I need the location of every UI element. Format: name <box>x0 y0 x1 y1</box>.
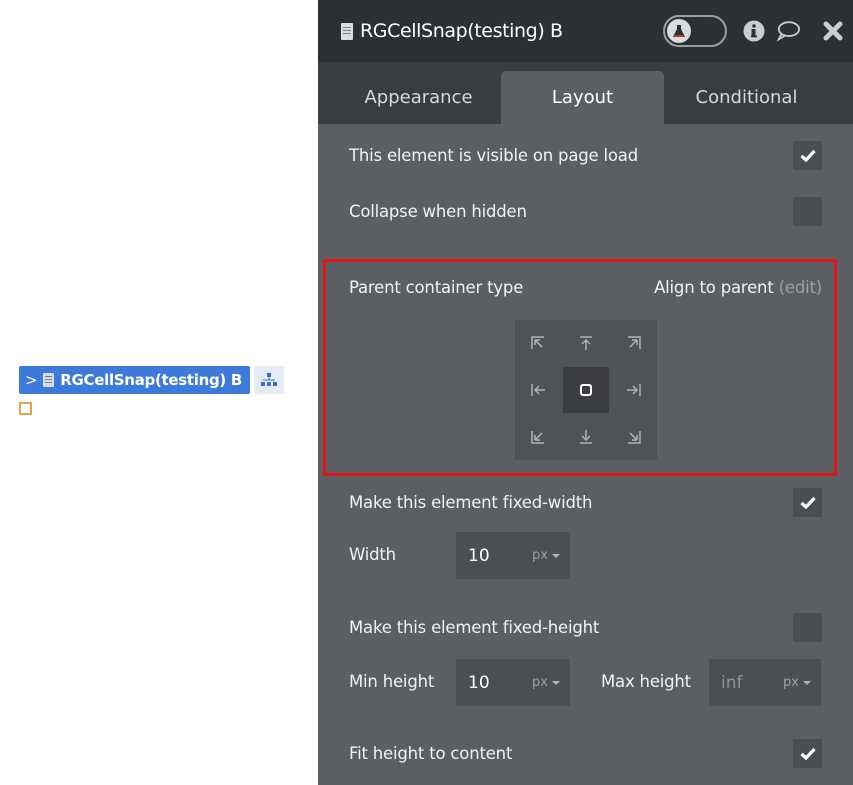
collapse-hidden-checkbox[interactable] <box>793 197 822 226</box>
width-unit-dropdown[interactable]: px <box>532 548 570 563</box>
fixed-width-label: Make this element fixed-width <box>349 493 593 512</box>
collapse-hidden-row: Collapse when hidden <box>349 197 822 226</box>
hierarchy-icon <box>261 373 278 386</box>
fixed-width-row: Make this element fixed-width <box>349 488 822 517</box>
fit-height-checkbox[interactable] <box>793 739 822 768</box>
fixed-height-checkbox[interactable] <box>793 613 822 642</box>
align-middle-left-icon <box>531 384 545 396</box>
tab-layout[interactable]: Layout <box>501 71 664 124</box>
edit-link[interactable]: (edit) <box>779 278 823 297</box>
close-icon[interactable] <box>821 19 845 43</box>
visible-on-load-checkbox[interactable] <box>793 141 822 170</box>
checkmark-icon <box>799 496 816 509</box>
tab-conditional[interactable]: Conditional <box>664 71 829 124</box>
visible-on-load-label: This element is visible on page load <box>349 146 638 165</box>
align-top-left-icon <box>531 336 544 349</box>
align-bottom-left-icon <box>531 431 544 444</box>
align-top-left[interactable] <box>515 320 561 366</box>
min-height-input[interactable]: 10 px <box>456 659 570 706</box>
chevron-right-icon[interactable]: > <box>25 371 38 389</box>
collapse-hidden-label: Collapse when hidden <box>349 202 527 221</box>
tab-bar: Appearance Layout Conditional <box>318 62 853 124</box>
align-top-center[interactable] <box>563 320 609 366</box>
align-bottom-center-icon <box>580 430 592 444</box>
property-editor-panel: RGCellSnap(testing) B Appearance Layout … <box>318 0 853 785</box>
fixed-height-row: Make this element fixed-height <box>349 613 822 642</box>
selected-element-box[interactable] <box>19 402 32 415</box>
panel-title: RGCellSnap(testing) B <box>360 20 563 42</box>
checkmark-icon <box>799 149 816 162</box>
min-height-label: Min height <box>349 672 435 691</box>
align-middle-right[interactable] <box>611 367 657 413</box>
fixed-width-checkbox[interactable] <box>793 488 822 517</box>
align-bottom-right-icon <box>628 431 641 444</box>
visible-on-load-row: This element is visible on page load <box>349 141 822 170</box>
alignment-grid <box>515 320 657 460</box>
align-bottom-left[interactable] <box>515 414 561 460</box>
max-height-input[interactable]: inf px <box>709 659 821 706</box>
align-middle-right-icon <box>627 384 641 396</box>
parent-container-label: Parent container type <box>349 278 524 297</box>
tab-appearance[interactable]: Appearance <box>336 71 501 124</box>
width-label: Width <box>349 545 396 564</box>
width-input[interactable]: 10 px <box>456 532 570 579</box>
align-top-right[interactable] <box>611 320 657 366</box>
align-center[interactable] <box>563 367 609 413</box>
comment-icon[interactable] <box>776 19 800 43</box>
align-bottom-center[interactable] <box>563 414 609 460</box>
parent-container-row: Parent container type Align to parent (e… <box>349 278 822 297</box>
info-icon[interactable] <box>742 19 766 43</box>
parent-container-value: Align to parent <box>654 278 774 297</box>
canvas-element-row: > RGCellSnap(testing) B <box>19 366 285 394</box>
hierarchy-button[interactable] <box>254 366 285 394</box>
width-value[interactable]: 10 <box>456 546 532 566</box>
test-mode-toggle[interactable] <box>663 15 727 47</box>
align-center-icon <box>580 384 592 396</box>
fit-height-label: Fit height to content <box>349 744 513 763</box>
max-height-placeholder[interactable]: inf <box>709 673 783 693</box>
document-icon <box>43 373 55 387</box>
checkmark-icon <box>799 747 816 760</box>
panel-header: RGCellSnap(testing) B <box>318 0 853 62</box>
align-bottom-right[interactable] <box>611 414 657 460</box>
fixed-height-label: Make this element fixed-height <box>349 618 600 637</box>
min-height-value[interactable]: 10 <box>456 673 532 693</box>
fit-height-row: Fit height to content <box>349 739 822 768</box>
document-icon <box>341 22 353 40</box>
canvas-element-name: RGCellSnap(testing) B <box>60 371 243 389</box>
max-height-unit-dropdown[interactable]: px <box>783 675 821 690</box>
canvas-element-label[interactable]: > RGCellSnap(testing) B <box>19 366 251 394</box>
max-height-label: Max height <box>601 672 691 691</box>
flask-icon <box>667 19 691 43</box>
align-top-right-icon <box>628 336 641 349</box>
min-height-unit-dropdown[interactable]: px <box>532 675 570 690</box>
align-middle-left[interactable] <box>515 367 561 413</box>
align-top-center-icon <box>580 336 592 350</box>
